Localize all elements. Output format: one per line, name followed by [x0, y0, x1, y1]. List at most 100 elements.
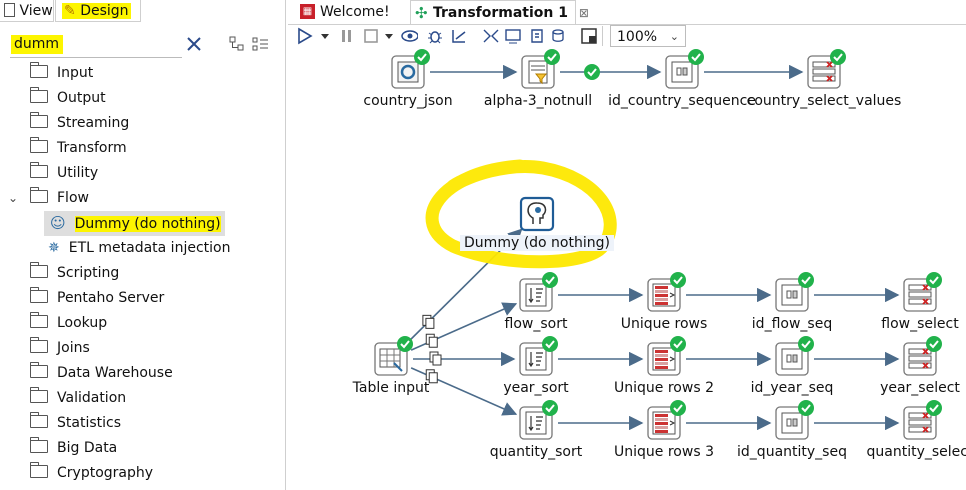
pencil-icon: ✎	[64, 3, 76, 19]
tree-item-label: Validation	[57, 390, 127, 406]
tree-category-statistics[interactable]: Statistics	[0, 411, 121, 436]
clear-search-icon[interactable]	[186, 36, 202, 52]
close-tab-icon[interactable]: ⊠	[579, 6, 589, 20]
tree-category-utility[interactable]: Utility	[0, 161, 98, 186]
tree-category-data-warehouse[interactable]: Data Warehouse	[0, 361, 173, 386]
uniq-icon	[652, 283, 676, 307]
step-label[interactable]: Dummy (do nothing)	[460, 235, 614, 251]
zoom-select[interactable]: 100% ⌄	[610, 25, 686, 47]
transformation-canvas[interactable]	[288, 48, 966, 490]
step-label[interactable]: Table input	[353, 380, 430, 396]
stop-icon[interactable]	[362, 27, 380, 45]
year-select-step[interactable]	[903, 336, 942, 376]
year-sort-step[interactable]	[519, 336, 558, 376]
step-label[interactable]: Unique rows	[621, 316, 708, 332]
folder-icon	[30, 262, 48, 278]
pause-icon[interactable]	[338, 27, 356, 45]
alpha-step[interactable]	[521, 49, 560, 89]
run-icon[interactable]	[296, 27, 314, 45]
expand-all-icon[interactable]	[252, 36, 270, 52]
step-label[interactable]: flow_select	[881, 316, 958, 332]
tree-category-cryptography[interactable]: Cryptography	[0, 461, 153, 486]
tab-design[interactable]: ✎ Design	[55, 0, 141, 22]
tab-welcome[interactable]: ▦ Welcome!	[296, 0, 404, 24]
run-dropdown-icon[interactable]	[320, 27, 338, 45]
tree-category-joins[interactable]: Joins	[0, 336, 90, 361]
tree-step-etl-metadata-injection[interactable]: ✵ ETL metadata injection	[0, 236, 230, 261]
ok-checkmark-icon	[798, 272, 814, 288]
ok-checkmark-icon	[397, 336, 413, 352]
table-input-step[interactable]	[374, 336, 413, 376]
quantity-select-step[interactable]	[903, 400, 942, 440]
tree-category-validation[interactable]: Validation	[0, 386, 126, 411]
unique2-step[interactable]	[647, 336, 686, 376]
step-label[interactable]: flow_sort	[505, 316, 568, 332]
dummy-step[interactable]	[519, 196, 555, 232]
collapse-all-icon[interactable]	[229, 36, 245, 52]
tab-transformation[interactable]: ✣ Transformation 1 ⊠	[410, 0, 589, 24]
impact-icon[interactable]	[504, 27, 522, 45]
show-results-icon[interactable]	[580, 27, 598, 45]
id-quantity-step[interactable]	[775, 400, 814, 440]
tree-category-pentaho-server[interactable]: Pentaho Server	[0, 286, 164, 311]
folder-icon	[30, 387, 48, 403]
tree-category-big-data[interactable]: Big Data	[0, 436, 117, 461]
step-label[interactable]: id_year_seq	[751, 380, 834, 396]
tree-item-label: Scripting	[57, 265, 120, 281]
country-json-step[interactable]	[391, 49, 430, 89]
unique3-step[interactable]	[647, 400, 686, 440]
tree-category-lookup[interactable]: Lookup	[0, 311, 107, 336]
tree-category-transform[interactable]: Transform	[0, 136, 127, 161]
tree-item-label: ETL metadata injection	[68, 240, 231, 256]
tree-item-label: Streaming	[57, 115, 130, 131]
tree-item-label: Dummy (do nothing)	[74, 216, 221, 232]
preview-icon[interactable]	[400, 27, 418, 45]
explore-db-icon[interactable]	[550, 27, 568, 45]
tree-item-label: Transform	[57, 140, 127, 156]
step-label[interactable]: country_select_values	[747, 93, 902, 109]
flow-select-step[interactable]	[903, 272, 942, 312]
tree-category-output[interactable]: Output	[0, 86, 106, 111]
tree-item-label: Input	[57, 65, 94, 81]
select-icon	[908, 348, 932, 369]
step-label[interactable]: year_sort	[503, 380, 568, 396]
tree-item-label: Output	[57, 90, 106, 106]
step-label[interactable]: alpha-3_notnull	[484, 93, 592, 109]
folder-icon	[30, 87, 48, 103]
tree-category-input[interactable]: Input	[0, 61, 93, 86]
step-label[interactable]: country_json	[363, 93, 452, 109]
tree-category-streaming[interactable]: Streaming	[0, 111, 129, 136]
replay-icon[interactable]	[450, 27, 468, 45]
step-label[interactable]: year_select	[880, 380, 960, 396]
step-label[interactable]: quantity_sort	[490, 444, 582, 460]
id-year-step[interactable]	[775, 336, 814, 376]
country-select-step[interactable]	[807, 49, 846, 89]
step-label[interactable]: id_country_sequence	[608, 93, 756, 109]
tree-category-scripting[interactable]: Scripting	[0, 261, 119, 286]
id-flow-step[interactable]	[775, 272, 814, 312]
ok-checkmark-icon	[544, 49, 560, 65]
folder-icon	[30, 312, 48, 328]
step-label[interactable]: quantity_select	[867, 444, 966, 460]
ok-checkmark-icon	[670, 336, 686, 352]
tab-view[interactable]: View	[0, 0, 54, 22]
filter-icon	[528, 60, 548, 85]
verify-icon[interactable]	[482, 27, 500, 45]
tree-step-dummy[interactable]: ☺ Dummy (do nothing)	[44, 211, 225, 236]
tab-design-label: Design	[80, 3, 129, 19]
search-input[interactable]: dumm	[14, 36, 59, 52]
chevron-down-icon[interactable]: ⌄	[8, 186, 18, 211]
id-country-step[interactable]	[665, 49, 704, 89]
step-label[interactable]: id_quantity_seq	[737, 444, 847, 460]
debug-icon[interactable]	[426, 27, 444, 45]
folder-icon	[30, 462, 48, 478]
tree-category-flow[interactable]: ⌄ Flow	[0, 186, 89, 211]
sql-icon[interactable]	[528, 27, 546, 45]
folder-icon	[30, 112, 48, 128]
step-label[interactable]: id_flow_seq	[752, 316, 832, 332]
quantity-sort-step[interactable]	[519, 400, 558, 440]
step-label[interactable]: Unique rows 3	[614, 444, 714, 460]
unique1-step[interactable]	[647, 272, 686, 312]
flow-sort-step[interactable]	[519, 272, 558, 312]
step-label[interactable]: Unique rows 2	[614, 380, 714, 396]
